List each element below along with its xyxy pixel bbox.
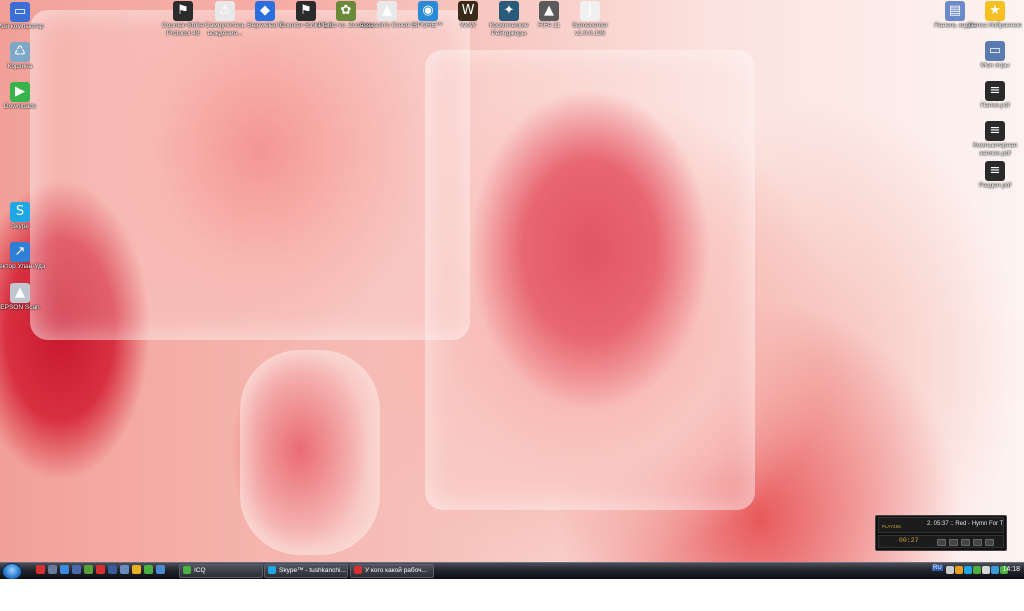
downloads-icon: ▶ — [10, 82, 30, 102]
desktop-icon-label: Раздел.pdf — [978, 182, 1012, 189]
assassins-creed-icon: ▲ — [377, 1, 397, 21]
player-controls: 00:27 — [878, 535, 1004, 548]
player-stop-button[interactable] — [973, 539, 982, 546]
quick-launch-monitor-icon[interactable] — [120, 565, 129, 574]
player-state: PLAYING — [882, 525, 901, 530]
start-button[interactable] — [2, 563, 22, 580]
player-play-button[interactable] — [949, 539, 958, 546]
quick-launch-mail-icon[interactable] — [72, 565, 81, 574]
desktop-icon-my-games[interactable]: ▭ Мои игры — [964, 41, 1024, 70]
quick-launch-utorrent-icon[interactable] — [84, 565, 93, 574]
task-skype-icon — [268, 566, 276, 575]
player-prev-button[interactable] — [937, 539, 946, 546]
language-indicator[interactable]: RU — [932, 565, 943, 571]
my-games-icon: ▭ — [985, 41, 1005, 61]
task-icq-button[interactable]: ICQ — [179, 564, 263, 578]
samouchitel-icon: ⚠ — [215, 1, 235, 21]
desktop-icon-my-computer[interactable]: ▭ Мой компьютер — [0, 2, 51, 31]
desktop-icon-label: Папка Избранное — [968, 22, 1022, 29]
quick-launch-opera-2-icon[interactable] — [96, 565, 105, 574]
tray-winamp-icon[interactable] — [955, 566, 963, 574]
counter-strike-48-icon: ⚑ — [173, 1, 193, 21]
winamp-player[interactable]: PLAYING 2. 05:37 :: Red - Hymn For The 0… — [875, 515, 1007, 551]
desktop-icon-label: EPSON Scan — [0, 304, 40, 311]
desktop-icon-downloads[interactable]: ▶ Downloads — [0, 82, 51, 111]
space-rangers-icon: ✦ — [499, 1, 519, 21]
clock[interactable]: 14:18 — [1002, 564, 1020, 576]
desktop-icon-label: Gamecenter v1.0.0.193 — [572, 22, 608, 37]
fifa-icon: ▲ — [539, 1, 559, 21]
desktop-icon-pdf-2[interactable]: ≡ Компьютерная записи.pdf — [964, 121, 1024, 157]
desktop-icon-label: Компьютерная записи.pdf — [972, 142, 1018, 157]
desktop-icon-gamecenter[interactable]: J Gamecenter v1.0.0.193 — [559, 1, 621, 37]
my-computer-icon: ▭ — [10, 2, 30, 22]
player-time: 00:27 — [899, 537, 919, 544]
desktop-icon-favorites[interactable]: ★ Папка Избранное — [964, 1, 1024, 30]
vektor-icon: ↗ — [10, 242, 30, 262]
quick-launch-chrome-icon[interactable] — [132, 565, 141, 574]
desktop-icon-skype[interactable]: S Skype — [0, 202, 51, 231]
quick-launch-icq-icon[interactable] — [144, 565, 153, 574]
favorites-icon: ★ — [985, 1, 1005, 21]
desktop-icon-vektor[interactable]: ↗Вектор Улан-Удэ — [0, 242, 51, 271]
pdf-1-icon: ≡ — [985, 81, 1005, 101]
desktop-icon-epson-scan[interactable]: ▲ EPSON Scan — [0, 283, 51, 312]
plants-vs-zombies-icon: ✿ — [336, 1, 356, 21]
gamecenter-icon: J — [580, 1, 600, 21]
player-track-title: 2. 05:37 :: Red - Hymn For The — [927, 521, 1003, 527]
screen-bottom-margin — [0, 579, 1024, 611]
counter-strike-16-icon: ⚑ — [296, 1, 316, 21]
desktop-icon-pdf-1[interactable]: ≡ Папки.pdf — [964, 81, 1024, 110]
spore-icon: ◉ — [418, 1, 438, 21]
wow-icon: W — [458, 1, 478, 21]
task-skype-button[interactable]: Skype™ - tushkanchi... — [264, 564, 348, 578]
quick-launch-msn-icon[interactable] — [156, 565, 165, 574]
task-icq-icon — [183, 566, 191, 575]
player-display: PLAYING 2. 05:37 :: Red - Hymn For The — [878, 517, 1004, 533]
quick-launch-floppy-icon[interactable] — [108, 565, 117, 574]
quick-launch-show-desktop-icon[interactable] — [48, 565, 57, 574]
desktop-icon-pdf-3[interactable]: ≡ Раздел.pdf — [964, 161, 1024, 190]
control-panel-icon: ▤ — [945, 1, 965, 21]
quick-launch-opera-icon[interactable] — [36, 565, 45, 574]
tray-network-icon[interactable] — [991, 566, 999, 574]
wallpaper-ice-cube — [30, 10, 470, 340]
player-next-button[interactable] — [985, 539, 994, 546]
desktop-icon-label: Вектор Улан-Удэ — [0, 263, 46, 270]
desktop-icon-recycle-bin[interactable]: ♺ Корзина — [0, 42, 51, 71]
player-pause-button[interactable] — [961, 539, 970, 546]
recycle-bin-icon: ♺ — [10, 42, 30, 62]
pdf-2-icon: ≡ — [985, 121, 1005, 141]
epson-scan-icon: ▲ — [10, 283, 30, 303]
taskbar-button-label: Skype™ - tushkanchi... — [279, 567, 346, 574]
wallpaper-ice-cube — [240, 350, 380, 555]
desktop-icon-label: Мои игры — [980, 62, 1010, 69]
desktop-icon-label: Мой компьютер — [0, 23, 44, 30]
tray-skype-icon[interactable] — [964, 566, 972, 574]
desktop-wallpaper — [0, 0, 1024, 562]
tray-arrow-icon[interactable] — [946, 566, 954, 574]
tray-volume-icon[interactable] — [982, 566, 990, 574]
bejeweled-icon: ◆ — [255, 1, 275, 21]
task-browser-button[interactable]: У кого какой рабоч... — [350, 564, 434, 578]
desktop-icon-label: Корзина — [7, 63, 33, 70]
desktop-icon-label: Папки.pdf — [980, 102, 1010, 109]
quick-launch-ie-icon[interactable] — [60, 565, 69, 574]
desktop-icon-label: Skype — [10, 223, 30, 230]
wallpaper-ice-cube — [425, 50, 755, 510]
task-browser-icon — [354, 566, 362, 575]
taskbar — [0, 562, 1024, 579]
pdf-3-icon: ≡ — [985, 161, 1005, 181]
taskbar-button-label: У кого какой рабоч... — [365, 567, 427, 574]
desktop-icon-label: Downloads — [3, 103, 37, 110]
tray-icq-icon[interactable] — [973, 566, 981, 574]
taskbar-button-label: ICQ — [194, 567, 206, 574]
skype-icon: S — [10, 202, 30, 222]
